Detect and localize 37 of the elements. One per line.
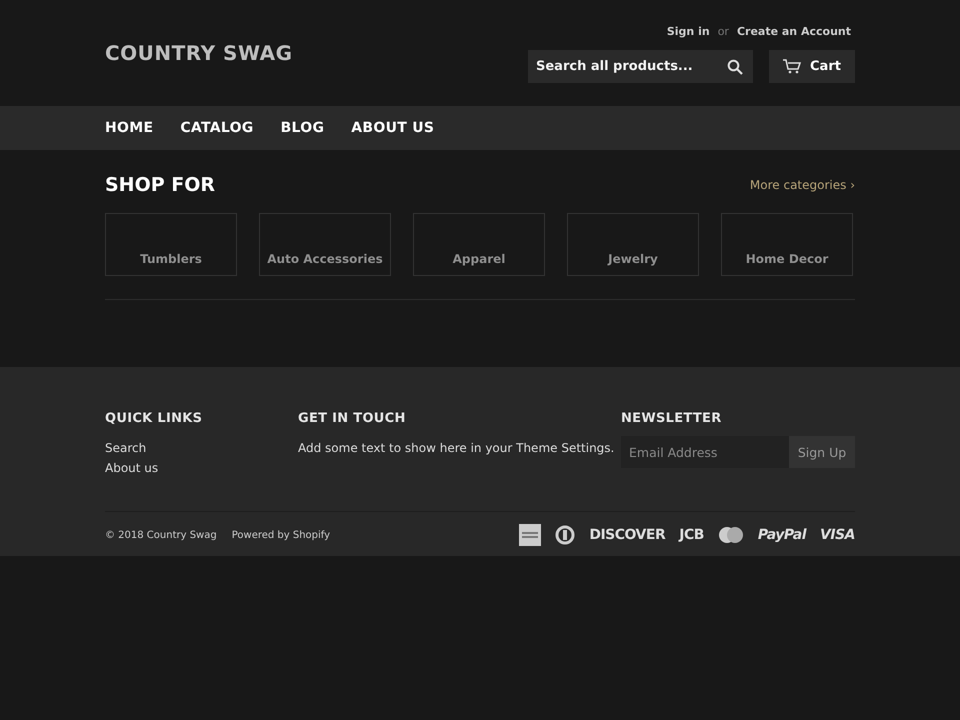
nav-link[interactable]: HOME bbox=[105, 120, 154, 136]
email-field[interactable]: Email Address bbox=[621, 436, 789, 468]
more-categories-link[interactable]: More categories › bbox=[750, 178, 855, 192]
cart-icon bbox=[783, 59, 802, 74]
footer-link[interactable]: Search bbox=[105, 438, 298, 458]
payment-card-icon bbox=[519, 524, 542, 546]
footer-link[interactable]: About us bbox=[105, 458, 298, 478]
powered-by-link[interactable]: Powered by Shopify bbox=[232, 530, 330, 540]
payment-logo: VISA bbox=[820, 527, 855, 543]
overlapping-circles-icon bbox=[718, 526, 744, 544]
create-account-link[interactable]: Create an Account bbox=[736, 25, 851, 38]
payment-logo: DISCOVER bbox=[589, 527, 666, 543]
category-tile[interactable]: Apparel bbox=[413, 213, 545, 276]
sign-in-link[interactable]: Sign in bbox=[666, 25, 710, 38]
search-button[interactable] bbox=[717, 50, 753, 83]
ring-logo-icon bbox=[555, 525, 576, 545]
category-tile[interactable]: Tumblers bbox=[105, 213, 237, 276]
search-field[interactable]: Search all products... bbox=[528, 50, 717, 83]
nav-link[interactable]: ABOUT US bbox=[351, 120, 434, 136]
payment-logo: JCB bbox=[679, 527, 704, 543]
category-tile[interactable]: Auto Accessories bbox=[259, 213, 391, 276]
footer-heading: NEWSLETTER bbox=[621, 411, 723, 426]
cart-button[interactable]: Cart bbox=[769, 50, 855, 83]
store-logo[interactable]: COUNTRY SWAG bbox=[105, 41, 293, 65]
footer-heading: GET IN TOUCH bbox=[298, 411, 407, 426]
separator-text: or bbox=[718, 25, 729, 38]
copyright-text: © 2018 Country Swag bbox=[105, 530, 217, 540]
nav-link[interactable]: CATALOG bbox=[180, 120, 254, 136]
payment-logo: PayPal bbox=[758, 527, 806, 543]
category-tile[interactable]: Home Decor bbox=[721, 213, 853, 276]
category-tile[interactable]: Jewelry bbox=[567, 213, 699, 276]
nav-link[interactable]: BLOG bbox=[280, 120, 324, 136]
footer-text: Add some text to show here in your Theme Settings. bbox=[298, 440, 616, 457]
section-heading: SHOP FOR bbox=[105, 174, 216, 196]
footer-heading: QUICK LINKS bbox=[105, 411, 204, 426]
sign-up-button[interactable]: Sign Up bbox=[789, 436, 855, 468]
search-icon bbox=[727, 58, 743, 74]
